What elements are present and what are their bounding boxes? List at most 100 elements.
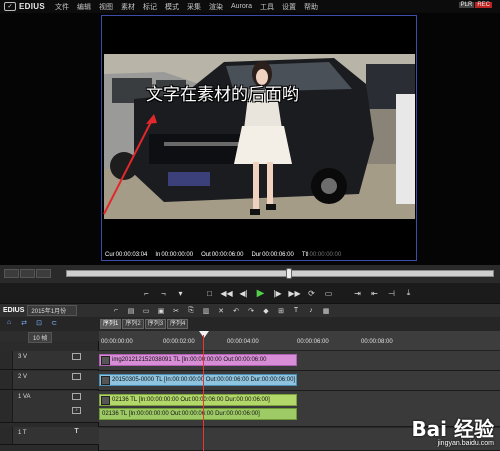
tab-sequence-2[interactable]: 序列2 xyxy=(122,319,144,329)
stop-icon[interactable]: □ xyxy=(203,287,216,300)
track-header-2v[interactable]: 2 V xyxy=(0,371,99,390)
overwrite-icon[interactable]: ⇤ xyxy=(368,287,381,300)
track-name: 1 VA xyxy=(18,394,31,400)
timeline-ruler[interactable]: 00:00:00:00 00:00:02:00 00:00:04:00 00:0… xyxy=(99,331,500,351)
menu-edit[interactable]: 编辑 xyxy=(73,2,95,12)
clip-label: 02136 TL [In:00:00:00:00 Out:00:00:06:00… xyxy=(102,411,260,417)
plr-mode[interactable]: PLR xyxy=(458,2,475,8)
track-header-3v[interactable]: 3 V xyxy=(0,351,99,370)
loop-icon[interactable]: ⟳ xyxy=(305,287,318,300)
cut-icon[interactable]: ✂ xyxy=(170,305,182,316)
ruler-label: 00:00:00:00 xyxy=(101,339,133,345)
menu-file[interactable]: 文件 xyxy=(51,2,73,12)
zoom-level[interactable]: 10 帧 xyxy=(28,332,53,343)
ripple-icon[interactable]: ▤ xyxy=(125,305,137,316)
audio-icon[interactable]: ♪ xyxy=(305,305,317,316)
menu-settings[interactable]: 设置 xyxy=(278,2,300,12)
menu-marker[interactable]: 标记 xyxy=(139,2,161,12)
playhead-marker-icon[interactable] xyxy=(199,331,209,339)
preview-monitor: 文字在素材的后面哟 Cur00:00:03:04 In00:00:00:00 O… xyxy=(101,15,417,261)
menu-aurora[interactable]: Aurora xyxy=(227,3,256,10)
menu-bar: ✓ EDIUS 文件 编辑 视图 素材 标记 模式 采集 渲染 Aurora 工… xyxy=(0,0,500,13)
dur-timecode: 00:00:06:00 xyxy=(262,252,294,258)
menu-render[interactable]: 渲染 xyxy=(205,2,227,12)
delete-icon[interactable]: ✕ xyxy=(215,305,227,316)
open-icon[interactable]: ▭ xyxy=(140,305,152,316)
fast-forward-icon[interactable]: ▶▶ xyxy=(288,287,301,300)
dropdown-icon[interactable]: ▾ xyxy=(174,287,187,300)
video-track-icon[interactable] xyxy=(72,353,81,360)
scrub-left-button[interactable] xyxy=(4,269,19,278)
step-forward-icon[interactable]: |▶ xyxy=(271,287,284,300)
title-track-icon[interactable]: T xyxy=(72,428,81,436)
menu-tools[interactable]: 工具 xyxy=(256,2,278,12)
scrub-handle[interactable] xyxy=(285,268,292,279)
watermark-logo: Bai 经验 xyxy=(411,417,494,441)
play-icon[interactable]: ▶ xyxy=(254,287,267,300)
clip-1va-video[interactable]: 02136 TL [In:00:00:00:00 Out:00:00:06:00… xyxy=(99,394,297,406)
tab-sequence-4[interactable]: 序列4 xyxy=(167,319,189,329)
cur-label: Cur xyxy=(105,252,115,258)
marker-icon[interactable]: ◆ xyxy=(260,305,272,316)
copy-icon[interactable]: ⎘ xyxy=(185,305,197,316)
track-header-1t[interactable]: 1 T T xyxy=(0,427,99,445)
baidu-watermark: Bai 经验 jingyan.baidu.com xyxy=(411,413,494,447)
zoom-row: 10 帧 xyxy=(0,331,99,343)
scrub-mid-button[interactable] xyxy=(20,269,35,278)
scrub-right-button[interactable] xyxy=(36,269,51,278)
speaker-icon[interactable]: ♪ xyxy=(72,407,81,414)
group-icon[interactable]: ⊡ xyxy=(33,319,45,327)
tab-sequence-1[interactable]: 序列1 xyxy=(100,319,122,329)
mode-icon[interactable]: ⌐ xyxy=(110,305,122,316)
rewind-icon[interactable]: ◀◀ xyxy=(220,287,233,300)
scrub-buttons xyxy=(4,269,51,278)
menu-help[interactable]: 帮助 xyxy=(300,2,322,12)
playhead-line[interactable] xyxy=(203,335,204,451)
insert-icon[interactable]: ⇥ xyxy=(351,287,364,300)
track-name: 1 T xyxy=(18,430,27,436)
track-add-icon[interactable]: ⌂ xyxy=(3,319,15,327)
mode-badge[interactable]: PLR REC xyxy=(458,2,492,8)
set-out-icon[interactable]: ¬ xyxy=(157,287,170,300)
rec-mode[interactable]: REC xyxy=(475,2,492,8)
video-track-icon[interactable] xyxy=(72,373,81,380)
track-lane-2v[interactable]: 20150305-0000 TL [In:00:00:00:00 Out:00:… xyxy=(99,371,500,391)
video-track-icon[interactable] xyxy=(72,393,81,400)
redo-icon[interactable]: ↷ xyxy=(245,305,257,316)
timeline-subbar: ⌂ ⇄ ⊡ ⊂ 序列1 序列2 序列3 序列4 xyxy=(0,317,500,331)
save-icon[interactable]: ▣ xyxy=(155,305,167,316)
ruler-label: 00:00:08:00 xyxy=(361,339,393,345)
clip-thumbnail xyxy=(101,396,110,405)
step-back-icon[interactable]: ◀| xyxy=(237,287,250,300)
text-icon[interactable]: T xyxy=(290,305,302,316)
clip-label: 02136 TL [In:00:00:00:00 Out:00:00:06:00… xyxy=(112,397,270,403)
timeline-toolbar: ⌐ ▤ ▭ ▣ ✂ ⎘ ▥ ✕ ↶ ↷ ◆ ⊞ T ♪ ▦ xyxy=(110,305,332,316)
menu-mode[interactable]: 模式 xyxy=(161,2,183,12)
paste-icon[interactable]: ▥ xyxy=(200,305,212,316)
render-icon[interactable]: ▦ xyxy=(320,305,332,316)
track-header-1va[interactable]: 1 VA ♪ xyxy=(0,391,99,423)
project-selector[interactable]: 2015年1月份 xyxy=(27,305,78,316)
clip-3v[interactable]: img201212152038091 TL [In:00:00:00:00 Ou… xyxy=(99,354,297,366)
sync-icon[interactable]: ⇄ xyxy=(18,319,30,327)
in-timecode: 00:00:00:00 xyxy=(161,252,194,258)
scrub-bar xyxy=(0,265,500,283)
clip-2v[interactable]: 20150305-0000 TL [In:00:00:00:00 Out:00:… xyxy=(99,374,297,386)
menu-capture[interactable]: 采集 xyxy=(183,2,205,12)
menu-view[interactable]: 视图 xyxy=(95,2,117,12)
monitor-icon[interactable]: ▭ xyxy=(322,287,335,300)
ttl-label: Ttl xyxy=(301,252,309,258)
ruler-label: 00:00:04:00 xyxy=(227,339,259,345)
link-icon[interactable]: ⊂ xyxy=(48,319,60,327)
track-lane-3v[interactable]: img201212152038091 TL [In:00:00:00:00 Ou… xyxy=(99,351,500,371)
export-icon[interactable]: ⤓ xyxy=(402,287,415,300)
clip-1va-audio[interactable]: 02136 TL [In:00:00:00:00 Out:00:00:06:00… xyxy=(99,408,297,420)
snap-icon[interactable]: ⊞ xyxy=(275,305,287,316)
undo-icon[interactable]: ↶ xyxy=(230,305,242,316)
tab-sequence-3[interactable]: 序列3 xyxy=(144,319,167,329)
timeline-title: EDIUS xyxy=(3,307,25,314)
scrub-track[interactable] xyxy=(66,270,494,277)
set-in-icon[interactable]: ⌐ xyxy=(140,287,153,300)
menu-clip[interactable]: 素材 xyxy=(117,2,139,12)
mark-icon[interactable]: ⊣ xyxy=(385,287,398,300)
